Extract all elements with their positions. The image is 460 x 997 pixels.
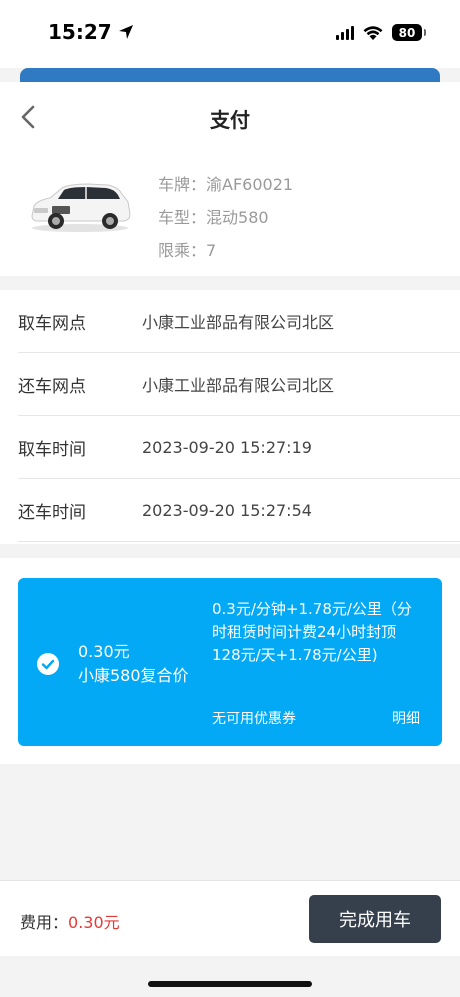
home-indicator [148, 981, 312, 987]
car-summary: 车牌：渝AF60021 车型：混动580 限乘：7 [0, 150, 460, 276]
detail-value: 小康工业部品有限公司北区 [142, 376, 335, 395]
page-title: 支付 [210, 108, 250, 132]
price-amount: 0.30元 [78, 642, 130, 661]
detail-row-return-time: 还车时间 2023-09-20 15:27:54 [18, 479, 460, 542]
car-info: 车牌：渝AF60021 车型：混动580 限乘：7 [158, 168, 293, 267]
car-model-line: 车型：混动580 [158, 201, 293, 234]
top-sheet-edge [20, 68, 440, 82]
car-model: 混动580 [206, 208, 269, 227]
car-seats-line: 限乘：7 [158, 234, 293, 267]
nav-header: 支付 [0, 82, 460, 150]
detail-row-pickup-location: 取车网点 小康工业部品有限公司北区 [18, 290, 460, 353]
wifi-icon [363, 25, 383, 40]
car-plate-line: 车牌：渝AF60021 [158, 168, 293, 201]
price-detail-link[interactable]: 明细 [392, 708, 420, 728]
car-seats: 7 [206, 241, 217, 260]
status-indicators: 80 [336, 24, 426, 41]
rental-details: 取车网点 小康工业部品有限公司北区 还车网点 小康工业部品有限公司北区 取车时间… [0, 290, 460, 544]
cellular-signal-icon [336, 25, 354, 40]
status-time: 15:27 [48, 20, 134, 44]
price-plan-name: 小康580复合价 [78, 666, 189, 685]
car-model-label: 车型： [158, 208, 207, 227]
car-image [31, 183, 131, 232]
price-plan-summary: 0.30元 小康580复合价 [78, 640, 189, 688]
detail-label: 取车时间 [18, 439, 86, 460]
battery-level: 80 [398, 25, 416, 40]
price-plan-card[interactable]: 0.30元 小康580复合价 0.3元/分钟+1.78元/公里（分时租赁时间计费… [18, 578, 442, 746]
detail-row-pickup-time: 取车时间 2023-09-20 15:27:19 [18, 416, 460, 479]
detail-label: 还车网点 [18, 376, 86, 397]
fee-summary: 费用：0.30元 [20, 909, 120, 933]
detail-value: 小康工业部品有限公司北区 [142, 313, 335, 332]
complete-rental-button[interactable]: 完成用车 [309, 895, 441, 943]
detail-row-return-location: 还车网点 小康工业部品有限公司北区 [18, 353, 460, 416]
detail-value: 2023-09-20 15:27:19 [142, 437, 312, 457]
clock-text: 15:27 [48, 20, 112, 44]
status-bar: 15:27 80 [0, 0, 460, 68]
check-circle-icon [37, 653, 59, 675]
coupon-status: 无可用优惠券 [212, 711, 296, 727]
car-plate: 渝AF60021 [206, 175, 294, 194]
price-rule: 0.3元/分钟+1.78元/公里（分时租赁时间计费24小时封顶128元/天+1.… [212, 600, 412, 664]
battery-icon: 80 [392, 24, 426, 41]
car-seats-label: 限乘： [158, 241, 207, 260]
fee-value: 0.30元 [68, 913, 120, 932]
fee-label: 费用： [20, 913, 69, 932]
bottom-action-bar: 费用：0.30元 完成用车 [0, 880, 460, 956]
pricing-section: 0.30元 小康580复合价 0.3元/分钟+1.78元/公里（分时租赁时间计费… [0, 558, 460, 764]
detail-value: 2023-09-20 15:27:54 [142, 500, 312, 520]
price-card-footer: 无可用优惠券 明细 [212, 708, 420, 728]
detail-label: 还车时间 [18, 502, 86, 523]
location-arrow-icon [118, 25, 133, 39]
car-plate-label: 车牌： [158, 175, 207, 194]
detail-label: 取车网点 [18, 313, 86, 334]
